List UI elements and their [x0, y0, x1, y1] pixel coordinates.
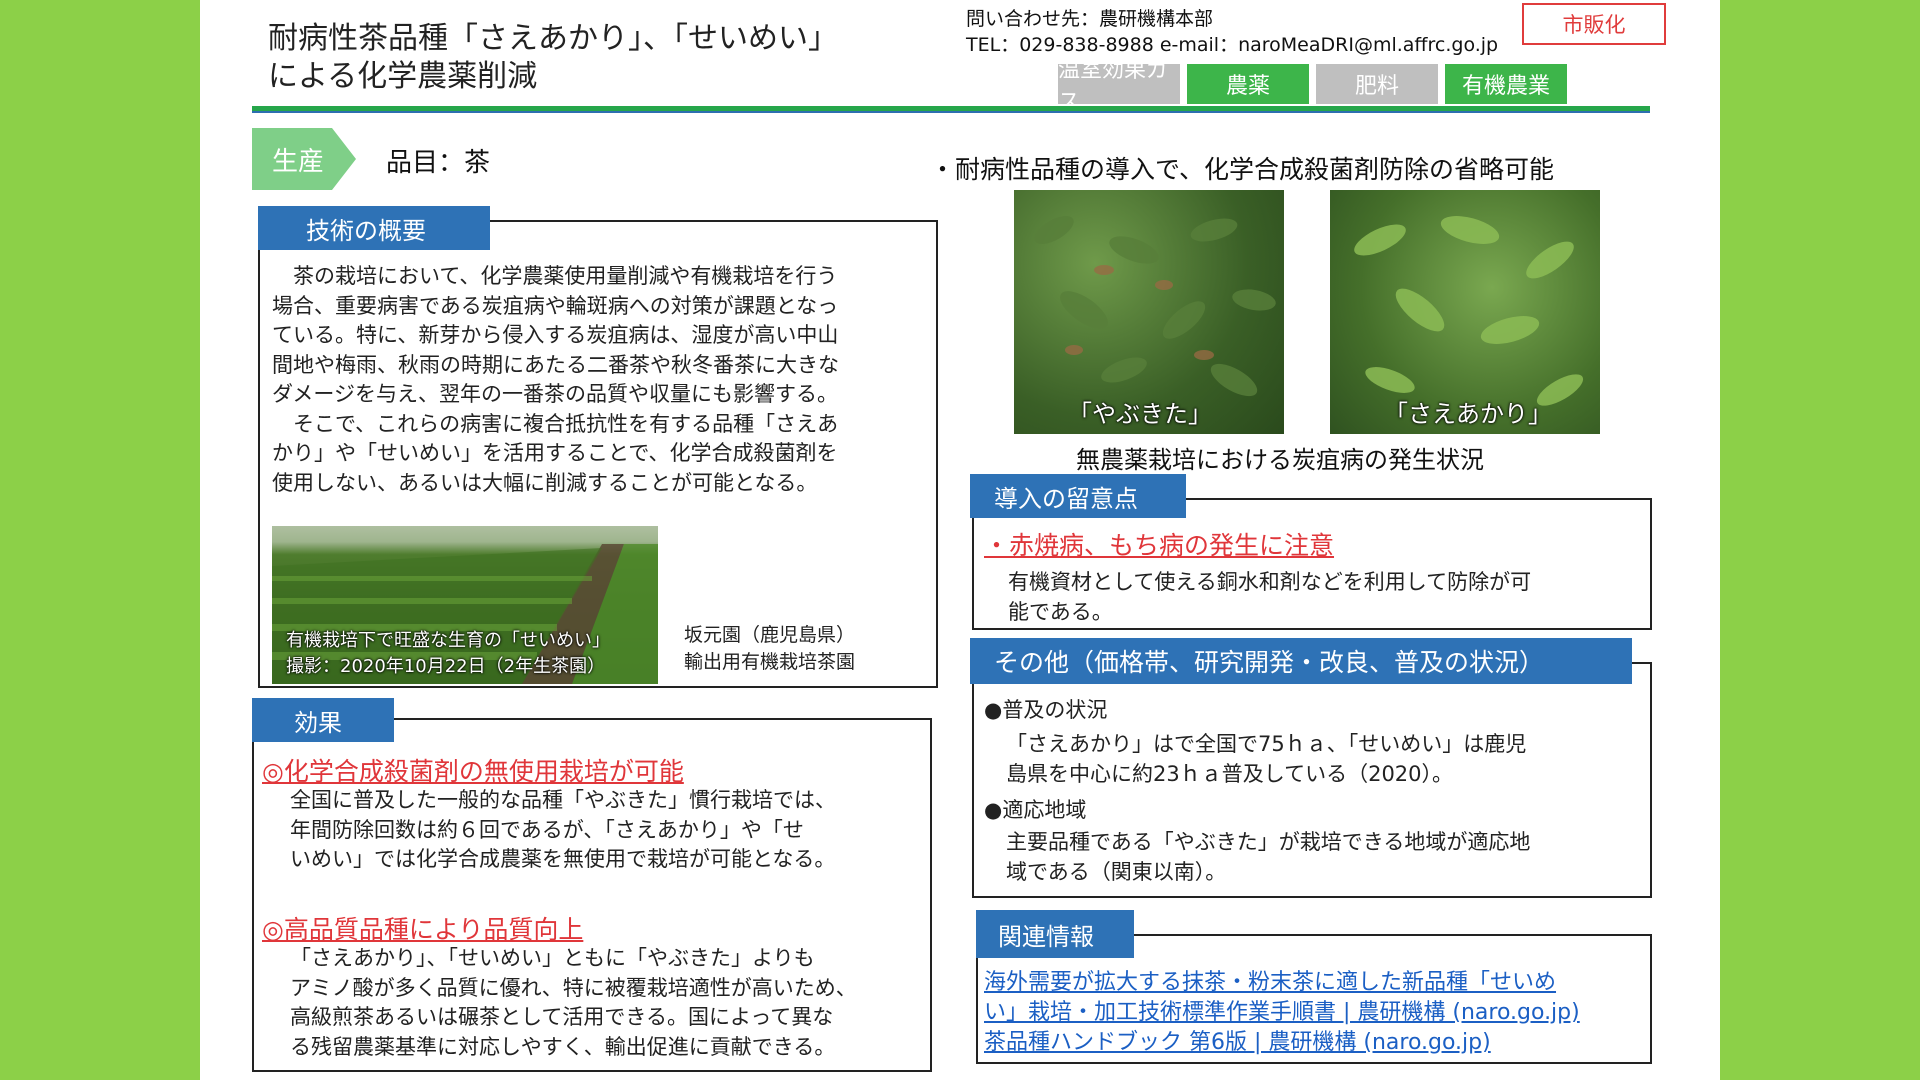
page-title: 耐病性茶品種「さえあかり」、「せいめい」 による化学農薬削減: [268, 20, 838, 96]
related-header: 関連情報: [976, 910, 1134, 958]
other-section-1: ●普及の状況: [984, 696, 1107, 726]
header-divider: [252, 106, 1650, 113]
related-links: 海外需要が拡大する抹茶・粉末茶に適した新品種「せいめ い」栽培・加工技術標準作業…: [984, 968, 1580, 1058]
overview-line: 場合、重要病害である炭疽病や輪斑病への対策が課題となっ: [272, 293, 839, 318]
category-arrow: [332, 128, 356, 190]
title-line-2: による化学農薬削減: [268, 59, 538, 94]
effect-item-2: ◎高品質品種により品質向上: [262, 910, 583, 946]
saeakari-photo: 「さえあかり」: [1330, 190, 1600, 434]
tea-field-photo: 有機栽培下で旺盛な生育の「せいめい」 撮影：2020年10月22日（2年生茶園）: [272, 526, 658, 684]
effect-title-2: ◎高品質品種により品質向上: [262, 915, 584, 944]
yabukita-photo: 「やぶきた」: [1014, 190, 1284, 434]
effect-item-1: ◎化学合成殺菌剤の無使用栽培が可能: [262, 752, 684, 788]
related-link-matcha-line-1[interactable]: 海外需要が拡大する抹茶・粉末茶に適した新品種「せいめ: [984, 968, 1580, 998]
commercial-badge: 市販化: [1522, 3, 1666, 45]
other-line: 主要品種である「やぶきた」が栽培できる地域が適応地: [1006, 830, 1531, 854]
notes-line: 有機資材として使える銅水和剤などを利用して防除が可: [1008, 570, 1532, 594]
other-body-2: 主要品種である「やぶきた」が栽培できる地域が適応地 域である（関東以南）。: [1006, 828, 1530, 887]
effect-body-2: 「さえあかり」、「せいめい」ともに「やぶきた」よりも アミノ酸が多く品質に優れ、…: [290, 944, 857, 1062]
overview-line: 茶の栽培において、化学農薬使用量削減や有機栽培を行う: [272, 264, 838, 288]
notes-line: 能である。: [1008, 599, 1113, 624]
tab-pesticide[interactable]: 農薬: [1187, 64, 1309, 104]
other-section-2: ●適応地域: [984, 796, 1086, 826]
photo-caption-line-2: 撮影：2020年10月22日（2年生茶園）: [286, 656, 606, 677]
right-heading: ・耐病性品種の導入で、化学合成殺菌剤防除の省略可能: [930, 155, 1555, 184]
overview-line: 間地や梅雨、秋雨の時期にあたる二番茶や秋冬番茶に大きな: [272, 352, 839, 377]
tab-fertilizer[interactable]: 肥料: [1316, 64, 1438, 104]
overview-line: ている。特に、新芽から侵入する炭疽病は、湿度が高い中山: [272, 323, 839, 347]
other-header: その他（価格帯、研究開発・改良、普及の状況）: [970, 638, 1632, 684]
overview-line: かり」や「せいめい」を活用することで、化学合成殺菌剤を: [272, 441, 838, 465]
effect-line: 「さえあかり」、「せいめい」ともに「やぶきた」よりも: [290, 946, 815, 970]
category-label: 生産: [252, 128, 332, 190]
effect-line: 高級煎茶あるいは碾茶として活用できる。国によって異な: [290, 1005, 834, 1029]
related-link-handbook[interactable]: 茶品種ハンドブック 第6版 | 農研機構 (naro.go.jp): [984, 1028, 1580, 1058]
tab-organic-farming[interactable]: 有機農業: [1445, 64, 1567, 104]
overview-line: ダメージを与え、翌年の一番茶の品質や収量にも影響する。: [272, 382, 838, 406]
notes-header: 導入の留意点: [970, 474, 1186, 518]
other-section-title: ●普及の状況: [984, 698, 1108, 722]
saeakari-label: 「さえあかり」: [1384, 400, 1552, 428]
effect-line: アミノ酸が多く品質に優れ、特に被覆栽培適性が高いため、: [290, 975, 857, 1000]
contact-line-2: TEL：029-838-8988 e-mail：naroMeaDRI@ml.af…: [966, 34, 1499, 56]
title-line-1: 耐病性茶品種「さえあかり」、「せいめい」: [268, 21, 838, 56]
overview-line: そこで、これらの病害に複合抵抗性を有する品種「さえあ: [272, 411, 839, 436]
other-line: 「さえあかり」はで全国で75ｈａ、「せいめい」は鹿児: [1006, 732, 1527, 756]
related-link-matcha-line-2[interactable]: い」栽培・加工技術標準作業手順書 | 農研機構 (naro.go.jp): [984, 998, 1580, 1028]
effect-title-1: ◎化学合成殺菌剤の無使用栽培が可能: [262, 757, 684, 786]
notes-warning: ・赤焼病、もち病の発生に注意: [984, 531, 1335, 560]
photo-location: 坂元園（鹿児島県） 輸出用有機栽培茶園: [684, 622, 855, 676]
photo-caption-line-1: 有機栽培下で旺盛な生育の「せいめい」: [286, 630, 610, 651]
item-label: 品目：茶: [386, 148, 491, 178]
overview-text: 茶の栽培において、化学農薬使用量削減や有機栽培を行う 場合、重要病害である炭疽病…: [272, 262, 932, 498]
effect-line: る残留農薬基準に対応しやすく、輸出促進に貢献できる。: [290, 1034, 836, 1059]
effect-line: 全国に普及した一般的な品種「やぶきた」慣行栽培では、: [290, 788, 836, 812]
tab-greenhouse-gas[interactable]: 温室効果ガス: [1058, 58, 1180, 115]
slide: 耐病性茶品種「さえあかり」、「せいめい」 による化学農薬削減 問い合わせ先：農研…: [200, 0, 1720, 1080]
location-line-1: 坂元園（鹿児島県）: [684, 624, 856, 646]
overview-line: 使用しない、あるいは大幅に削減することが可能となる。: [272, 470, 818, 495]
effects-header: 効果: [252, 698, 394, 742]
effect-line: いめい」では化学合成農薬を無使用で栽培が可能となる。: [290, 847, 836, 871]
other-line: 域である（関東以南）。: [1006, 859, 1227, 884]
effect-line: 年間防除回数は約６回であるが、「さえあかり」や「せ: [290, 817, 804, 842]
contact-line-1: 問い合わせ先：農研機構本部: [966, 8, 1214, 30]
photo-caption: 有機栽培下で旺盛な生育の「せいめい」 撮影：2020年10月22日（2年生茶園）: [286, 628, 610, 680]
notes-body: 有機資材として使える銅水和剤などを利用して防除が可 能である。: [1008, 568, 1531, 627]
location-line-2: 輸出用有機栽培茶園: [684, 651, 856, 673]
overview-header: 技術の概要: [258, 206, 490, 250]
effect-body-1: 全国に普及した一般的な品種「やぶきた」慣行栽培では、 年間防除回数は約６回である…: [290, 786, 836, 875]
other-section-title: ●適応地域: [984, 798, 1087, 822]
other-line: 島県を中心に約23ｈａ普及している（2020）。: [1006, 761, 1454, 786]
other-body-1: 「さえあかり」はで全国で75ｈａ、「せいめい」は鹿児 島県を中心に約23ｈａ普及…: [1006, 730, 1526, 789]
contact-info: 問い合わせ先：農研機構本部 TEL：029-838-8988 e-mail：na…: [966, 6, 1498, 58]
yabukita-label: 「やぶきた」: [1068, 400, 1212, 428]
photo-comparison-caption: 無農薬栽培における炭疽病の発生状況: [1076, 446, 1484, 474]
